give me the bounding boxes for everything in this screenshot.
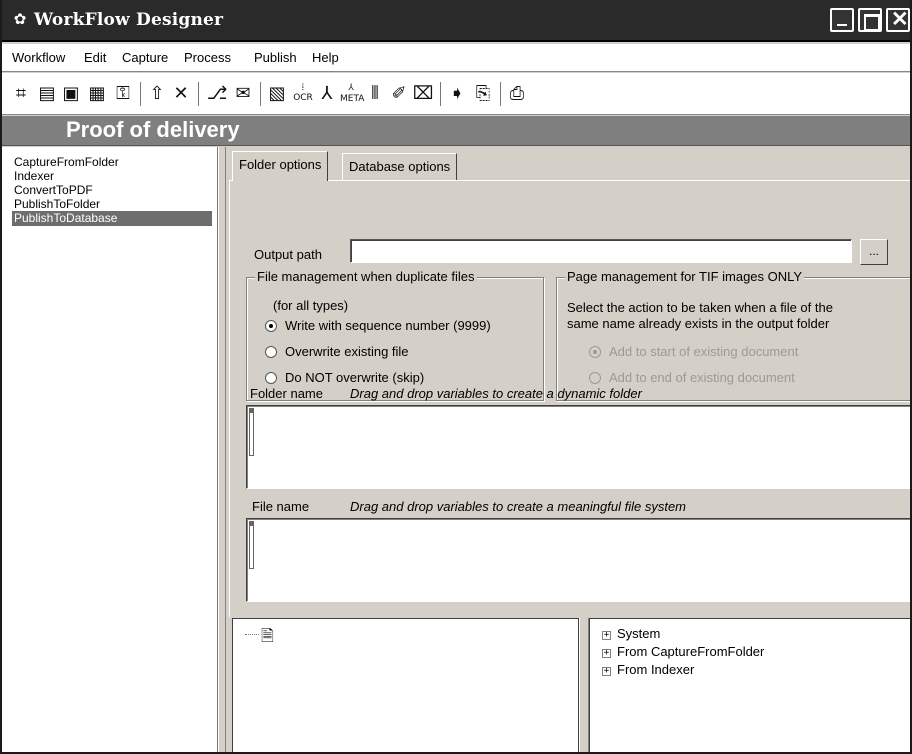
field-tree-pane: 🗎 (232, 618, 579, 752)
page-management-desc-2: same name already exists in the output f… (567, 316, 830, 331)
expand-icon[interactable]: + (602, 667, 611, 676)
document-icon[interactable]: 🗎 (261, 625, 274, 652)
tree-node-label: From CaptureFromFolder (617, 644, 765, 659)
scan-icon[interactable]: ⌧ (412, 83, 434, 105)
step-item[interactable]: Indexer (12, 169, 212, 184)
tree-node-label: From Indexer (617, 662, 695, 677)
vertical-splitter[interactable] (218, 147, 226, 752)
publish-database-icon[interactable]: ⎘ (472, 83, 494, 105)
radio-button[interactable] (265, 346, 277, 358)
step-item-selected[interactable]: PublishToDatabase (12, 211, 212, 226)
workflow-designer-window: ✿ WorkFlow Designer ✕ Workflow Edit Capt… (0, 0, 912, 754)
step-item[interactable]: PublishToFolder (12, 197, 212, 212)
toolbar-separator (198, 82, 199, 106)
step-item[interactable]: ConvertToPDF (12, 183, 212, 198)
delete-icon[interactable]: ✕ (170, 83, 192, 105)
workflow-steps-list: CaptureFromFolder Indexer ConvertToPDF P… (2, 147, 218, 752)
barcode-icon[interactable]: ⦀ (364, 83, 386, 105)
convert-pdf-icon[interactable]: ⅄ (316, 83, 338, 105)
folder-name-dropzone[interactable] (246, 405, 910, 489)
menu-workflow[interactable]: Workflow (12, 50, 65, 65)
text-caret (249, 521, 254, 569)
file-management-title: File management when duplicate files (255, 269, 477, 284)
tree-node-capture[interactable]: + From CaptureFromFolder (602, 644, 764, 660)
window-title: WorkFlow Designer (34, 10, 224, 30)
open-icon[interactable]: ▤ (36, 83, 58, 105)
page-management-desc-1: Select the action to be taken when a fil… (567, 300, 833, 315)
tree-node-indexer[interactable]: + From Indexer (602, 662, 694, 678)
page-management-group: Page management for TIF images ONLY Sele… (556, 269, 910, 401)
title-bar: ✿ WorkFlow Designer ✕ (2, 0, 910, 42)
menu-help[interactable]: Help (312, 50, 339, 65)
radio-label: Overwrite existing file (285, 344, 409, 359)
toolbar-separator (140, 82, 141, 106)
capture-folder-icon[interactable]: ⎇ (206, 83, 228, 105)
toolbar-separator (260, 82, 261, 106)
file-name-dropzone[interactable] (246, 518, 910, 602)
menu-edit[interactable]: Edit (84, 50, 106, 65)
folder-options-page: Output path ... File management when dup… (229, 180, 910, 617)
tree-node-label: System (617, 626, 661, 641)
minimize-button[interactable] (830, 8, 854, 32)
folder-name-label: Folder name (250, 386, 323, 401)
workflow-gear-icon: ✿ (13, 11, 27, 28)
pdf-meta-icon[interactable]: ⅄ META (340, 83, 364, 105)
expand-icon[interactable]: + (602, 631, 611, 640)
page-management-title: Page management for TIF images ONLY (565, 269, 805, 284)
radio-button (589, 372, 601, 384)
tab-database-options[interactable]: Database options (342, 153, 458, 181)
browse-button[interactable]: ... (860, 239, 888, 265)
tree-line (245, 634, 259, 635)
tree-node-system[interactable]: + System (602, 626, 660, 642)
bottom-splitter[interactable] (579, 618, 589, 752)
expand-icon[interactable]: + (602, 649, 611, 658)
close-icon: ✕ (891, 8, 909, 31)
radio-button (589, 346, 601, 358)
step-item[interactable]: CaptureFromFolder (12, 155, 212, 170)
signature-icon[interactable]: ✐ (388, 83, 410, 105)
file-management-note: (for all types) (273, 298, 349, 313)
menu-process[interactable]: Process (184, 50, 231, 65)
maximize-button[interactable] (858, 8, 882, 32)
indexer-icon[interactable]: ▧ (266, 83, 288, 105)
output-path-input[interactable] (350, 239, 852, 263)
folder-name-hint: Drag and drop variables to create a dyna… (350, 386, 642, 401)
workflow-name: Proof of delivery (66, 117, 240, 142)
toolbar-separator (500, 82, 501, 106)
menu-bar: Workflow Edit Capture Process Publish He… (2, 44, 910, 72)
save-as-icon[interactable]: ▦ (86, 83, 108, 105)
text-caret (249, 408, 254, 456)
tab-folder-options[interactable]: Folder options (232, 151, 329, 181)
menu-publish[interactable]: Publish (254, 50, 297, 65)
output-path-label: Output path (254, 247, 322, 262)
variables-tree: + System + From CaptureFromFolder + From In… (589, 618, 910, 752)
radio-button[interactable] (265, 372, 277, 384)
radio-label: Write with sequence number (9999) (285, 318, 491, 333)
save-icon[interactable]: ▣ (60, 83, 82, 105)
close-button[interactable]: ✕ (886, 8, 910, 32)
radio-label: Add to end of existing document (609, 370, 795, 385)
new-workflow-icon[interactable]: ⌗ (10, 83, 32, 105)
toolbar: ⌗ ▤ ▣ ▦ ⚿ ⇧ ✕ ⎇ ✉ ▧ ⵂ OCR ⅄ ⅄ META ⦀ ✐ ⌧ ➧… (2, 73, 910, 115)
menu-capture[interactable]: Capture (122, 50, 168, 65)
toolbar-separator (440, 82, 441, 106)
radio-button[interactable] (265, 320, 277, 332)
preview-icon[interactable]: ⎙ (506, 83, 528, 105)
move-up-icon[interactable]: ⇧ (146, 83, 168, 105)
publish-folder-icon[interactable]: ➧ (446, 83, 468, 105)
step-properties-panel: Folder options Database options Output p… (226, 147, 910, 617)
capture-email-icon[interactable]: ✉ (232, 83, 254, 105)
radio-label: Add to start of existing document (609, 344, 799, 359)
lock-icon[interactable]: ⚿ (112, 83, 134, 105)
workflow-banner: Proof of delivery (2, 116, 910, 146)
file-name-label: File name (252, 499, 310, 514)
radio-label: Do NOT overwrite (skip) (285, 370, 425, 385)
file-management-group: File management when duplicate files (fo… (246, 269, 544, 401)
file-name-hint: Drag and drop variables to create a mean… (350, 499, 687, 514)
ocr-icon[interactable]: ⵂ OCR (292, 83, 314, 105)
